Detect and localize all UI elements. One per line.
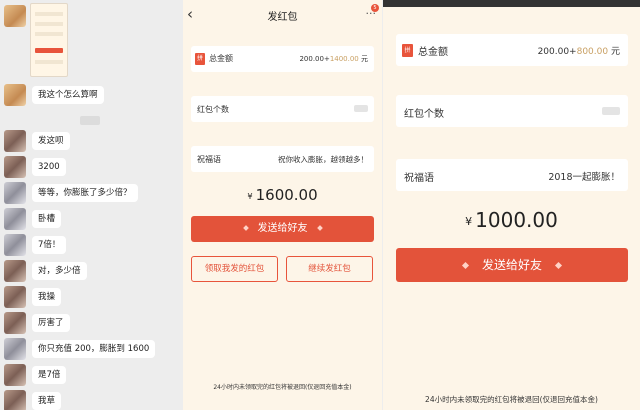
avatar[interactable] (4, 5, 26, 27)
message-bubble[interactable]: 3200 (32, 158, 66, 176)
time-divider (80, 116, 100, 125)
chat-message: 对，多少倍 (4, 260, 87, 282)
packet-count-label: 红包个数 (404, 109, 444, 120)
chat-message: 3200 (4, 156, 66, 178)
message-bubble[interactable]: 发这呗 (32, 132, 70, 150)
pin-icon: 拼 (195, 53, 205, 65)
notification-badge: 5 (371, 4, 379, 12)
chat-message: 是7倍 (4, 364, 67, 386)
greeting-label: 祝福语 (404, 173, 434, 184)
message-bubble[interactable]: 卧槽 (32, 210, 62, 228)
avatar[interactable] (4, 130, 26, 152)
chat-message: 发这呗 (4, 130, 70, 152)
avatar[interactable] (4, 364, 26, 386)
avatar[interactable] (4, 390, 26, 410)
chat-message-image (4, 5, 26, 27)
pin-icon: 拼 (402, 44, 413, 57)
red-packet-screen: ‹ 发红包 ··· 5 拼 总金额 200.00+1400.00 元 红包个数 … (183, 0, 382, 410)
diamond-icon (461, 261, 470, 270)
diamond-icon (554, 261, 563, 270)
my-sent-packets-button[interactable]: 领取我发的红包 (191, 256, 278, 282)
greeting-label: 祝福语 (197, 155, 221, 164)
packet-amount: ¥1000.00 (465, 208, 558, 232)
message-bubble[interactable]: 我操 (32, 288, 62, 306)
message-bubble[interactable]: 我这个怎么算啊 (32, 86, 104, 104)
bonus-amount: 800.00 (576, 47, 609, 57)
status-bar (383, 0, 640, 7)
continue-sending-button[interactable]: 继续发红包 (286, 256, 373, 282)
screenshot-root: 我这个怎么算啊 发这呗 3200 等等，你膨胀了多少倍？ 卧槽 7倍！ 对，多少… (0, 0, 640, 410)
chat-message: 等等，你膨胀了多少倍？ (4, 182, 138, 204)
chat-image-thumbnail[interactable] (30, 3, 68, 77)
avatar[interactable] (4, 208, 26, 230)
diamond-icon (316, 225, 323, 231)
bonus-amount: 1400.00 (329, 55, 359, 63)
total-amount-value: 200.00+800.00 元 (537, 47, 620, 57)
avatar[interactable] (4, 84, 26, 106)
message-bubble[interactable]: 厉害了 (32, 314, 70, 332)
avatar[interactable] (4, 338, 26, 360)
chat-panel: 我这个怎么算啊 发这呗 3200 等等，你膨胀了多少倍？ 卧槽 7倍！ 对，多少… (0, 0, 183, 410)
message-bubble[interactable]: 对，多少倍 (32, 262, 87, 280)
chat-message: 厉害了 (4, 312, 70, 334)
send-to-friend-button[interactable]: 发送给好友 (191, 216, 374, 242)
packet-count-field[interactable]: 红包个数 (191, 96, 374, 122)
message-bubble[interactable]: 是7倍 (32, 366, 67, 384)
message-bubble[interactable]: 我草 (32, 392, 62, 410)
total-amount-label: 总金额 (209, 54, 233, 63)
refund-notice: 24小时内未领取完的红包将被退回(仅退回充值本金) (213, 384, 352, 391)
greeting-field[interactable]: 祝福语 祝你收入膨胀，越领越多！ (191, 146, 374, 172)
blurred-count (602, 107, 620, 115)
blurred-count (354, 105, 368, 112)
page-title: 发红包 (267, 12, 298, 23)
chat-message: 我这个怎么算啊 (4, 84, 104, 106)
greeting-value: 2018一起膨胀！ (548, 172, 620, 183)
message-bubble[interactable]: 你只充值 200，膨胀到 1600 (32, 340, 156, 358)
diamond-icon (242, 225, 249, 231)
message-bubble[interactable]: 7倍！ (32, 236, 67, 254)
red-packet-screen-zoom: 拼 总金额 200.00+800.00 元 红包个数 祝福语 2018一起膨胀！… (383, 0, 640, 410)
chat-message: 我草 (4, 390, 62, 410)
avatar[interactable] (4, 312, 26, 334)
chat-message: 你只充值 200，膨胀到 1600 (4, 338, 156, 360)
nav-bar: ‹ 发红包 ··· 5 (183, 0, 382, 30)
refund-notice: 24小时内未领取完的红包将被退回(仅退回充值本金) (425, 395, 598, 404)
avatar[interactable] (4, 156, 26, 178)
packet-count-label: 红包个数 (197, 105, 229, 114)
avatar[interactable] (4, 234, 26, 256)
total-amount-field[interactable]: 拼 总金额 200.00+800.00 元 (396, 34, 628, 66)
avatar[interactable] (4, 286, 26, 308)
greeting-value: 祝你收入膨胀，越领越多！ (278, 155, 368, 164)
total-amount-value: 200.00+1400.00 元 (299, 55, 368, 63)
chat-message: 我操 (4, 286, 62, 308)
total-amount-field[interactable]: 拼 总金额 200.00+1400.00 元 (191, 46, 374, 72)
chat-message: 7倍！ (4, 234, 67, 256)
packet-count-field[interactable]: 红包个数 (396, 95, 628, 127)
avatar[interactable] (4, 260, 26, 282)
chat-message: 卧槽 (4, 208, 62, 230)
avatar[interactable] (4, 182, 26, 204)
packet-amount: ¥1600.00 (247, 186, 318, 204)
send-to-friend-button[interactable]: 发送给好友 (396, 248, 628, 282)
message-bubble[interactable]: 等等，你膨胀了多少倍？ (32, 184, 138, 202)
total-amount-label: 总金额 (418, 47, 448, 58)
greeting-field[interactable]: 祝福语 2018一起膨胀！ (396, 159, 628, 191)
